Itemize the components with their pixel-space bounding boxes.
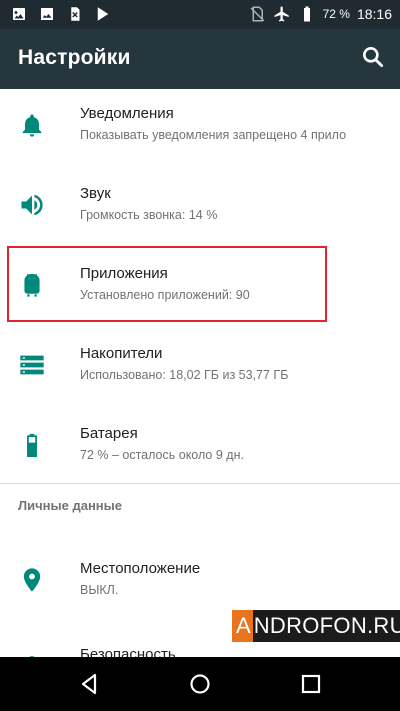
home-icon[interactable] bbox=[188, 672, 212, 696]
battery-icon bbox=[27, 433, 37, 457]
setting-title: Местоположение bbox=[80, 560, 201, 577]
watermark-letter: A bbox=[232, 610, 253, 642]
bell-icon bbox=[22, 114, 42, 137]
setting-subtitle: ВЫКЛ. bbox=[80, 583, 119, 597]
volume-icon bbox=[21, 194, 43, 216]
setting-title: Уведомления bbox=[80, 105, 174, 122]
page-title: Настройки bbox=[18, 46, 131, 69]
recents-icon[interactable] bbox=[299, 672, 323, 696]
no-sim-icon bbox=[250, 6, 264, 22]
storage-icon bbox=[20, 355, 44, 375]
setting-sound[interactable]: Звук Громкость звонка: 14 % bbox=[0, 169, 400, 249]
navigation-bar bbox=[0, 657, 400, 711]
battery-percent: 72 % bbox=[322, 7, 350, 21]
section-divider bbox=[0, 483, 400, 484]
play-store-icon bbox=[97, 7, 109, 21]
airplane-icon bbox=[274, 6, 289, 22]
setting-subtitle: 72 % – осталось около 9 дн. bbox=[80, 448, 244, 462]
sim-x-icon bbox=[69, 5, 81, 23]
setting-notifications[interactable]: Уведомления Показывать уведомления запре… bbox=[0, 89, 400, 169]
section-header-personal: Личные данные bbox=[18, 498, 122, 513]
search-icon[interactable] bbox=[360, 44, 386, 70]
status-bar: 72 % 18:16 bbox=[0, 0, 400, 29]
setting-battery[interactable]: Батарея 72 % – осталось около 9 дн. bbox=[0, 409, 400, 489]
setting-storage[interactable]: Накопители Использовано: 18,02 ГБ из 53,… bbox=[0, 329, 400, 409]
setting-title: Батарея bbox=[80, 425, 138, 442]
battery-icon bbox=[303, 6, 310, 22]
setting-title: Накопители bbox=[80, 345, 163, 362]
photo-icon bbox=[13, 8, 25, 20]
setting-title: Звук bbox=[80, 185, 111, 202]
location-icon bbox=[23, 568, 41, 592]
setting-subtitle: Показывать уведомления запрещено 4 прило bbox=[80, 128, 347, 142]
back-icon[interactable] bbox=[77, 672, 101, 696]
app-bar: Настройки bbox=[0, 29, 400, 89]
androfon-watermark: A NDROFON.RU bbox=[232, 610, 400, 642]
watermark-text: NDROFON.RU bbox=[252, 610, 400, 642]
clock: 18:16 bbox=[356, 6, 392, 22]
setting-subtitle: Громкость звонка: 14 % bbox=[80, 208, 218, 222]
highlight-frame bbox=[7, 246, 327, 322]
setting-subtitle: Использовано: 18,02 ГБ из 53,77 ГБ bbox=[80, 368, 289, 382]
image-icon bbox=[41, 8, 53, 20]
